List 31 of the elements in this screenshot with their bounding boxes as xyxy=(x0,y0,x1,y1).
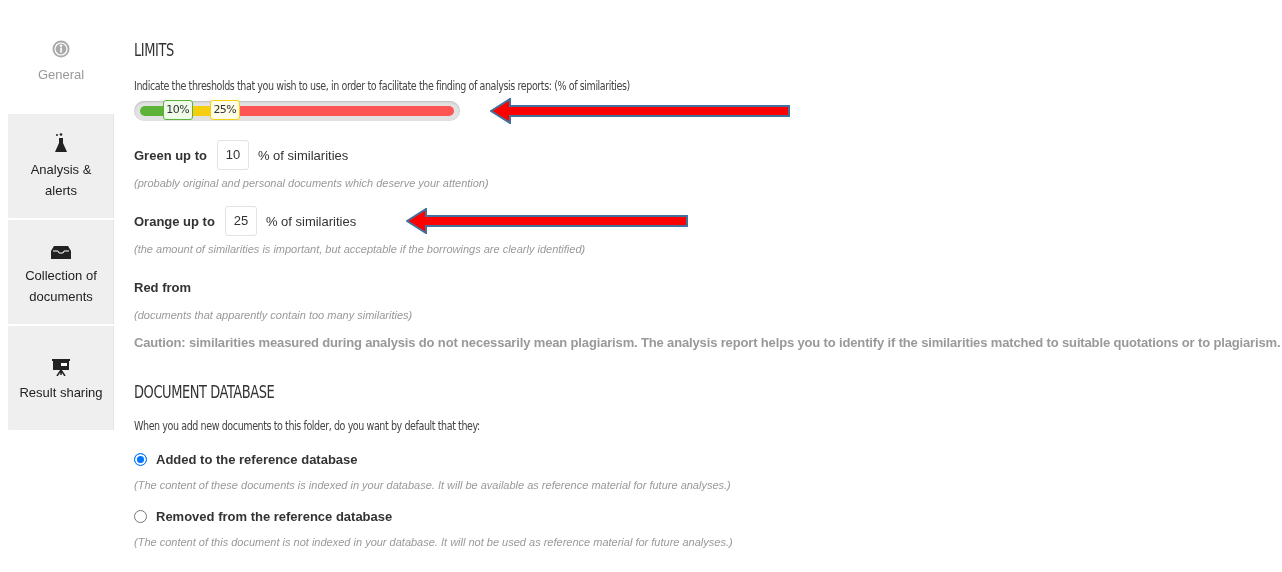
number-field[interactable]: 25 xyxy=(224,206,257,236)
flask-icon xyxy=(54,133,68,153)
number-field[interactable]: 10 xyxy=(216,140,249,170)
radio-button[interactable] xyxy=(134,453,147,466)
sidebar-tab[interactable]: Collection of documents xyxy=(8,220,114,326)
section-heading: LIMITS xyxy=(134,40,175,60)
hint-text: (the amount of similarities is important, but acceptable if the borrowings are clearly identified) xyxy=(134,243,587,255)
info-icon xyxy=(52,39,70,58)
hint-text: (The content of this document is not indexed in your database. It will not be used as reference material for future analyses.) xyxy=(134,536,734,548)
unit-label: % of similarities xyxy=(265,213,357,229)
sidebar-tab[interactable]: Result sharing xyxy=(8,326,114,432)
question-text: When you add new documents to this folder, do you want by default that they: xyxy=(134,419,480,433)
hint-text: (documents that apparently contain too many similarities) xyxy=(134,309,414,321)
section-heading: DOCUMENT DATABASE xyxy=(134,382,276,402)
slider-handle[interactable]: 25% xyxy=(209,100,240,120)
option-label: Removed from the reference database xyxy=(156,509,393,524)
field-label: Green up to xyxy=(134,147,207,163)
radio-button[interactable] xyxy=(134,510,147,523)
tray-icon xyxy=(51,245,71,259)
presentation-board-icon xyxy=(51,357,71,376)
hint-text: (The content of these documents is indexed in your database. It will be available as reference material for future analyses.) xyxy=(134,479,732,491)
sidebar-tab[interactable]: Analysis & alerts xyxy=(8,114,114,220)
slider-handle[interactable]: 10% xyxy=(162,100,193,120)
unit-label: % of similarities xyxy=(257,147,349,163)
field-label: Orange up to xyxy=(134,213,215,229)
range-slider[interactable]: 10% 25% xyxy=(134,101,460,121)
field-label: Red from xyxy=(134,279,192,295)
hint-text: (probably original and personal documents which deserve your attention) xyxy=(134,177,490,189)
option-label: Added to the reference database xyxy=(156,452,358,467)
caution-text: Caution: similarities measured during analysis do not necessarily mean plagiarism. The analysis report helps you to identify if the similarities matched to suitable quotations or to plagiarism. xyxy=(134,335,1282,350)
instruction-text: Indicate the thresholds that you wish to use, in order to facilitate the finding of analysis reports: (% of similarities) xyxy=(134,79,630,93)
